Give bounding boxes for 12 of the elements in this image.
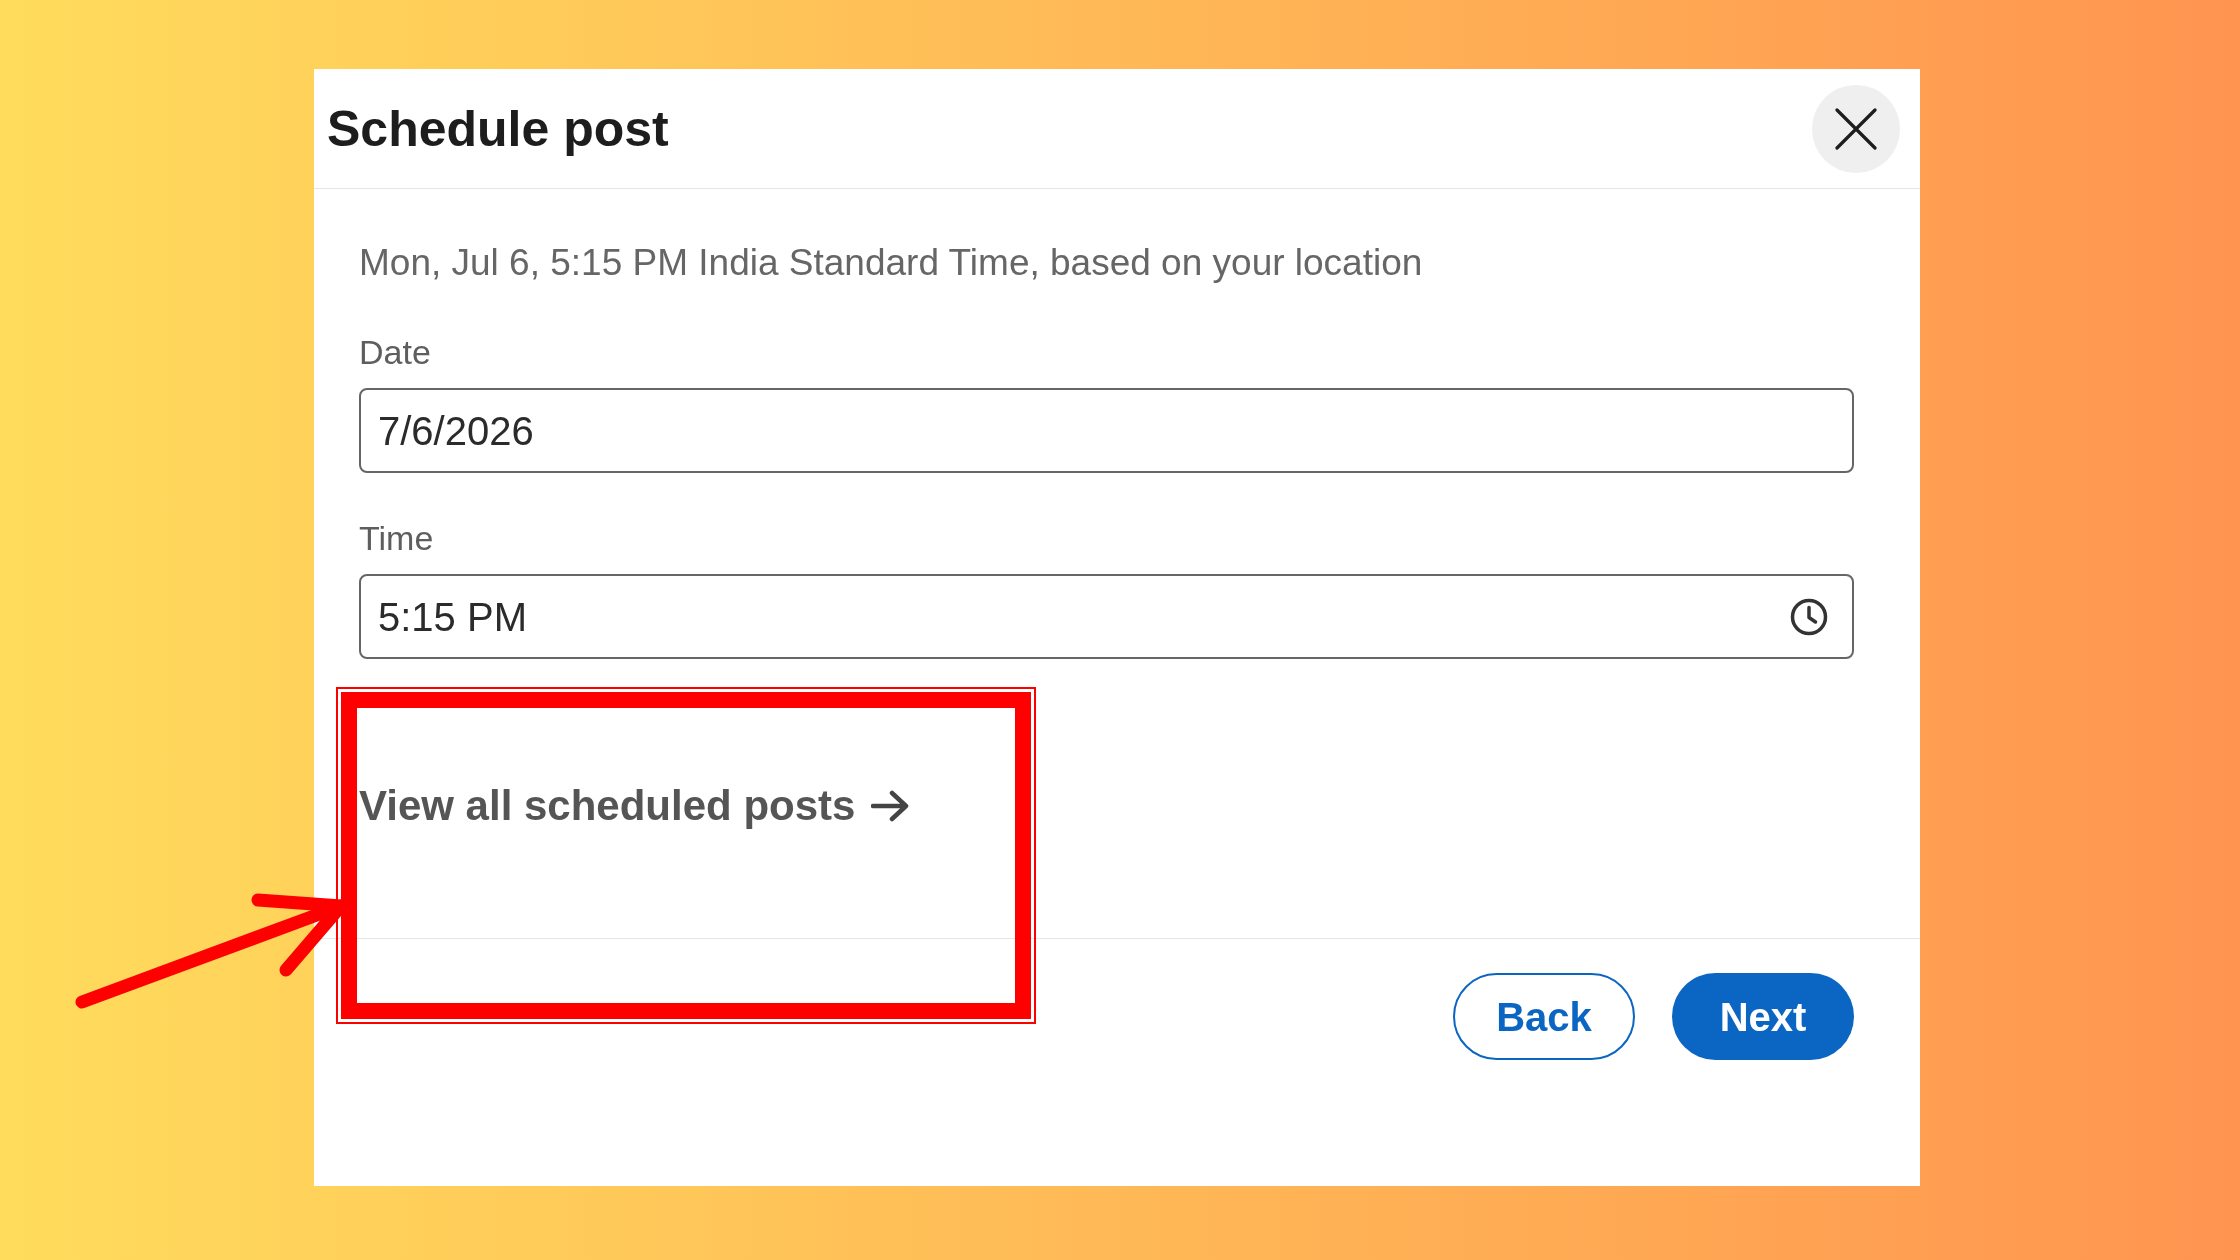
field-label: Date — [359, 332, 431, 372]
field-label: Time — [359, 518, 434, 558]
clock-icon[interactable] — [1790, 597, 1828, 636]
back-button[interactable]: Back — [1453, 973, 1635, 1060]
next-button[interactable]: Next — [1672, 973, 1854, 1060]
scheduled-posts-link[interactable]: View all scheduled posts — [359, 781, 910, 831]
timezone-note: Mon, Jul 6, 5:15 PM India Standard Time, based on your location — [359, 243, 1423, 283]
date-field[interactable]: 7/6/2026 — [359, 388, 1854, 473]
close-icon — [1835, 107, 1877, 150]
dialog-title: Schedule post — [327, 99, 669, 159]
time-field[interactable]: 5:15 PM — [359, 574, 1854, 659]
arrow-right-icon — [871, 790, 910, 822]
